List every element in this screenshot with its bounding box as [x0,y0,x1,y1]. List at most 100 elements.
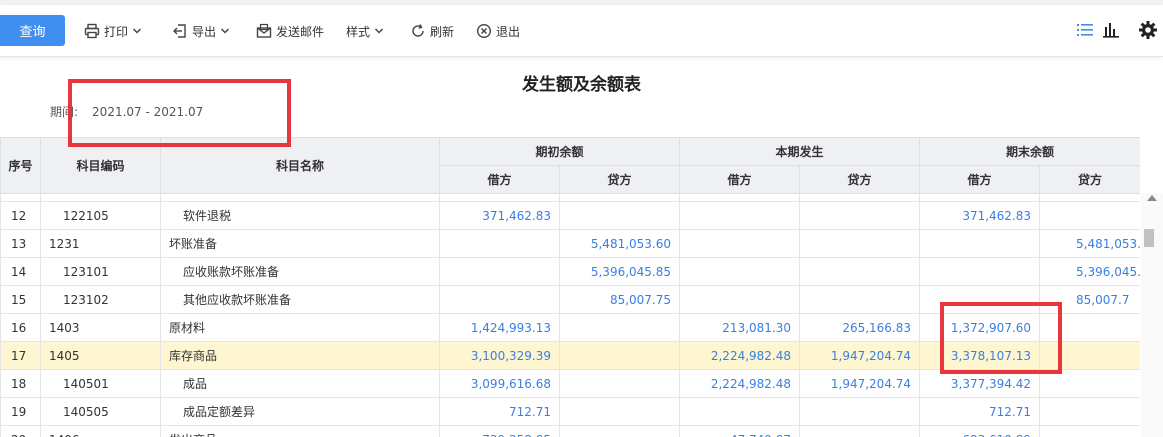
code-cell: 1406 [40,425,161,437]
name-cell: 发出商品 [160,425,440,437]
header-current-period: 本期发生 [679,137,921,166]
code-cell: 1403 [40,313,161,342]
opening-debit-cell: 3,100,329.39 [439,341,560,370]
code-cell: 123102 [40,285,161,314]
chevron-down-icon [220,28,230,34]
scroll-up-arrow-icon[interactable] [1147,195,1157,201]
opening-debit-cell: 3,099,616.68 [439,369,560,398]
print-label: 打印 [104,24,129,39]
header-credit: 贷方 [1039,165,1140,194]
name-cell: 库存商品 [160,341,440,370]
seq-cell: 17 [0,341,41,370]
seq-cell: 12 [0,201,41,230]
seq-cell: 20 [0,425,41,437]
opening-credit-cell [558,313,681,342]
exit-button[interactable]: 退出 [476,21,520,41]
opening-credit-cell [558,341,681,370]
code-cell: 1231 [40,229,161,258]
opening-credit-cell: 5,396,045.85 [558,257,681,286]
query-button[interactable]: 查询 [0,15,65,46]
send-email-label: 发送邮件 [276,24,325,39]
table-row[interactable]: 12 122105 软件退税 371,462.83 371,462.83 [0,201,1140,230]
current-debit-cell: 2,224,982.48 [679,369,801,398]
current-credit-cell: 1,947,204.74 [799,369,921,398]
opening-debit-cell: 712.71 [439,397,560,426]
print-button[interactable]: 打印 [84,21,142,41]
gear-icon [1139,21,1157,39]
current-credit-cell [799,425,921,437]
chart-view-button[interactable] [1102,19,1120,41]
opening-debit-cell [439,285,560,314]
code-cell: 140501 [40,369,161,398]
opening-debit-cell: 1,424,993.13 [439,313,560,342]
name-cell: 原材料 [160,313,440,342]
header-seq: 序号 [0,137,41,194]
refresh-button[interactable]: 刷新 [410,21,454,41]
table-row[interactable]: 131231坏账准备 5,481,053.60 5,481,053.6 [0,229,1140,258]
opening-debit-cell: 739,358.05 [439,425,560,437]
name-cell: 应收账款坏账准备 [160,257,440,286]
header-debit: 借方 [919,165,1041,194]
seq-cell: 16 [0,313,41,342]
closing-credit-cell [1039,201,1140,230]
closing-debit-cell: 683,610.89 [919,425,1041,437]
name-cell: 成品定额差异 [160,397,440,426]
current-debit-cell [679,257,801,286]
export-icon [173,24,186,38]
chevron-down-icon [132,28,142,34]
current-credit-cell [799,229,921,258]
vertical-scrollbar[interactable] [1141,193,1163,437]
closing-debit-cell: 712.71 [919,397,1041,426]
send-email-button[interactable]: 发送邮件 [256,21,324,41]
current-debit-cell: 47,749.07 [679,425,801,437]
closing-credit-cell [1039,397,1140,426]
closing-credit-cell: 5,481,053.6 [1039,229,1140,258]
table-spacer-row [0,193,1140,202]
closing-debit-cell: 371,462.83 [919,201,1041,230]
opening-debit-cell [439,229,560,258]
opening-credit-cell [558,397,681,426]
code-cell: 140505 [40,397,161,426]
opening-credit-cell: 5,481,053.60 [558,229,681,258]
name-cell: 其他应收款坏账准备 [160,285,440,314]
code-cell: 1405 [40,341,161,370]
settings-button[interactable] [1138,19,1158,41]
current-credit-cell: 1,947,204.74 [799,341,921,370]
current-credit-cell [799,201,921,230]
header-credit: 贷方 [799,165,921,194]
current-debit-cell: 213,081.30 [679,313,801,342]
table-row[interactable]: 19 140505 成品定额差异 712.71 712.71 [0,397,1140,426]
scroll-thumb[interactable] [1144,229,1154,247]
current-debit-cell [679,397,801,426]
closing-credit-cell [1039,425,1140,437]
seq-cell: 19 [0,397,41,426]
mail-icon [256,23,272,38]
current-debit-cell [679,229,801,258]
table-row[interactable]: 14123101应收账款坏账准备 5,396,045.85 5,396,045.8 [0,257,1140,286]
toolbar: 查询 打印 导出 发送邮件 样式 刷新 退出 [0,5,1163,57]
current-credit-cell [799,397,921,426]
export-button[interactable]: 导出 [172,21,230,41]
header-debit: 借方 [439,165,560,194]
balance-table: 序号 科目编码 科目名称 期初余额 本期发生 期末余额 借方 贷方 借方 贷方 … [0,137,1140,437]
export-label: 导出 [192,24,217,39]
close-circle-icon [476,23,492,39]
current-credit-cell: 265,166.83 [799,313,921,342]
annotation-box-closing [940,302,1062,374]
closing-debit-cell [919,229,1041,258]
style-label: 样式 [346,24,371,39]
code-cell: 122105 [40,201,161,230]
current-credit-cell [799,285,921,314]
table-row[interactable]: 201406发出商品739,358.05 47,749.07 683,610.89 [0,425,1140,437]
opening-debit-cell: 371,462.83 [439,201,560,230]
refresh-icon [412,24,424,37]
seq-cell: 15 [0,285,41,314]
code-cell: 123101 [40,257,161,286]
style-button[interactable]: 样式 [346,21,384,41]
name-cell: 成品 [160,369,440,398]
name-cell: 软件退税 [160,201,440,230]
refresh-label: 刷新 [430,24,455,39]
current-credit-cell [799,257,921,286]
list-view-button[interactable] [1076,19,1094,41]
current-debit-cell [679,285,801,314]
